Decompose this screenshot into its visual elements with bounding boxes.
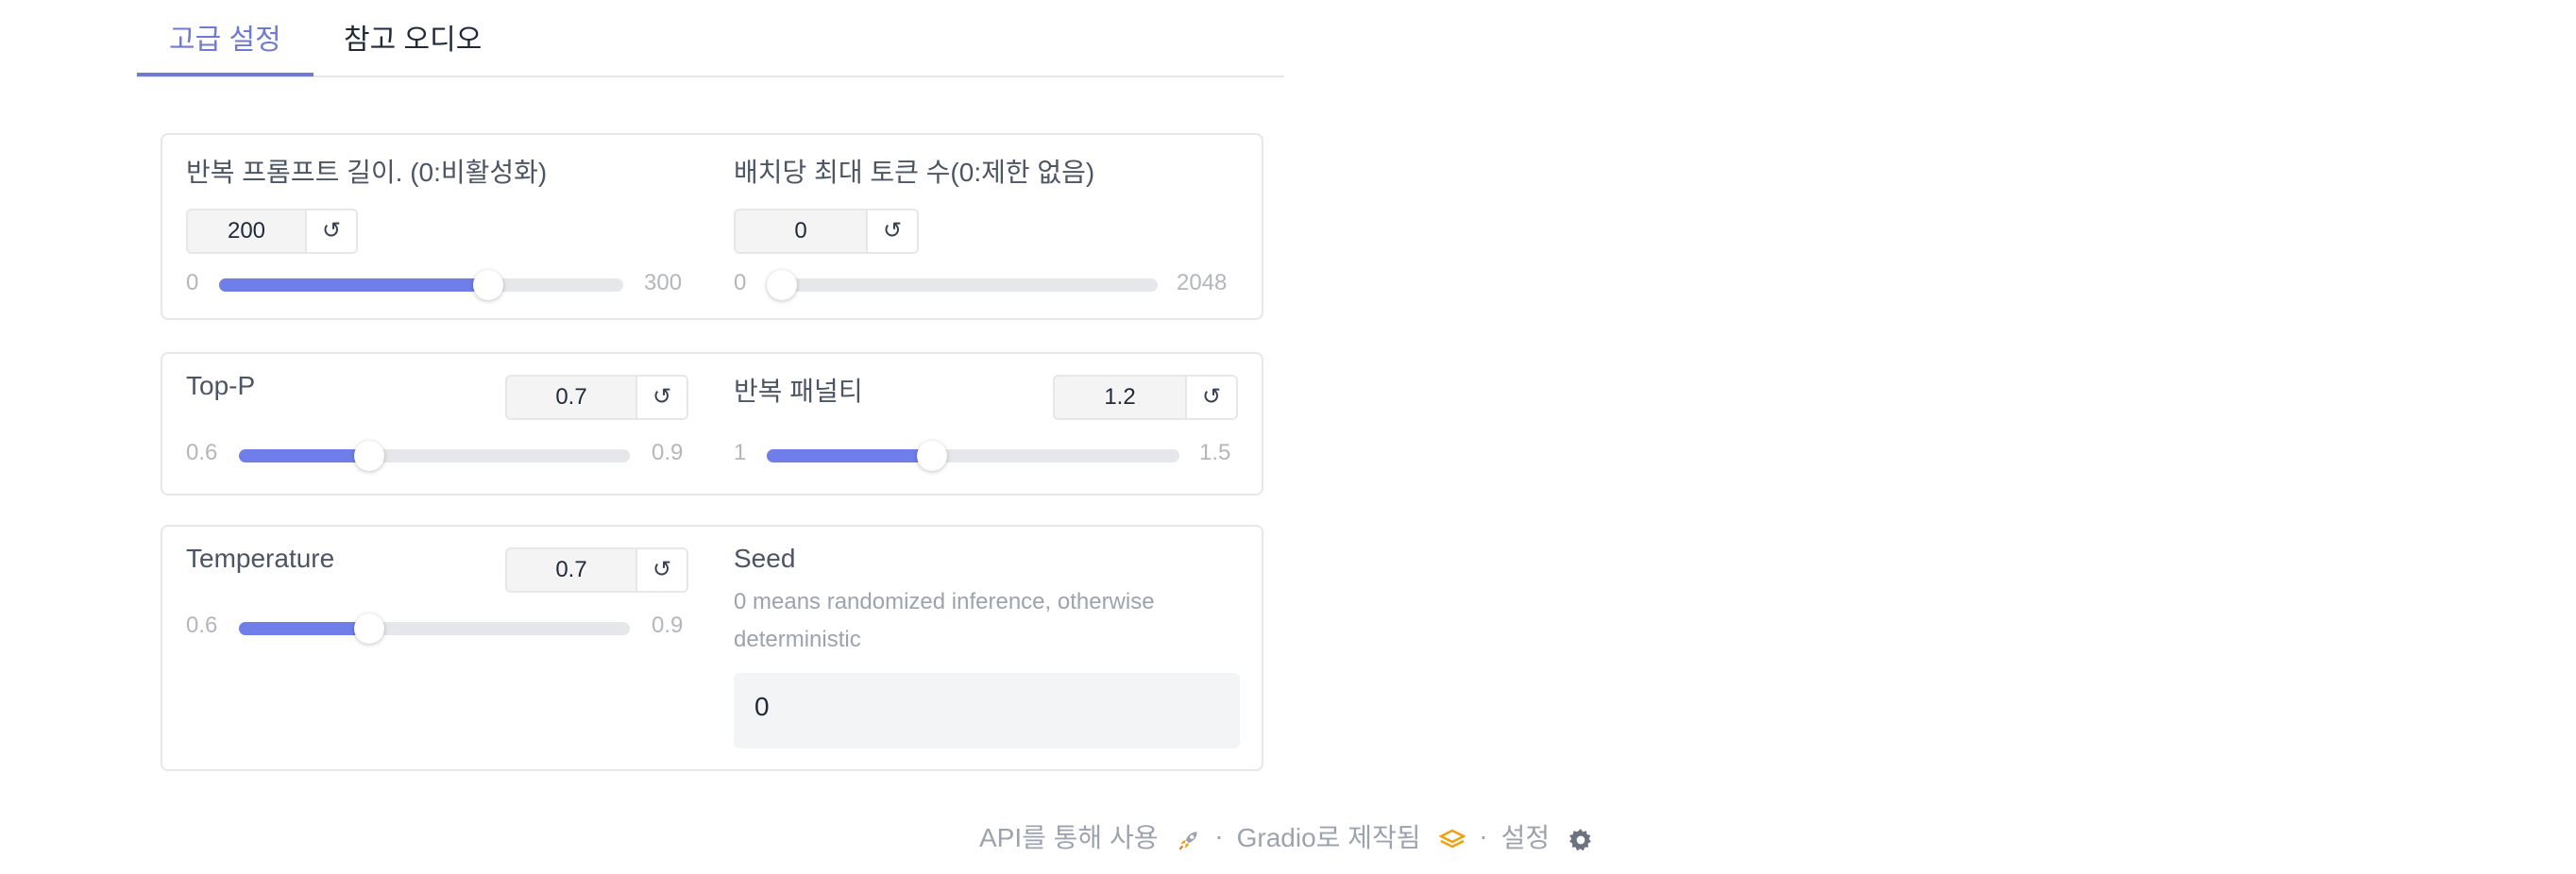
settings-group-1: 반복 프롬프트 길이. (0:비활성화) 200 ↺ 0 300 배치당 최대 … [161,133,1263,320]
repetition-penalty-slider[interactable] [767,441,1179,471]
api-link-label: API를 통해 사용 [979,823,1159,852]
temperature-number: 0.7 ↺ [505,547,688,593]
top-p-min: 0.6 [186,440,218,465]
tab-advanced-settings[interactable]: 고급 설정 [137,17,314,76]
footer: API를 통해 사용 · Gradio로 제작됨 · 설정 [979,817,1593,855]
rocket-icon [1178,831,1197,850]
top-p-input[interactable]: 0.7 [507,377,636,418]
max-tokens-min: 0 [734,270,747,295]
top-p-reset-button[interactable]: ↺ [636,377,686,418]
max-tokens-number: 0 ↺ [734,209,919,254]
seed-input[interactable]: 0 [734,673,1240,748]
footer-separator: · [1479,821,1488,850]
repetition-penalty-input[interactable]: 1.2 [1055,377,1185,418]
api-link[interactable]: API를 통해 사용 [979,817,1201,855]
gradio-logo-icon [1439,829,1466,849]
settings-link[interactable]: 설정 [1501,817,1593,855]
max-tokens-max: 2048 [1177,270,1228,295]
repeat-prompt-label: 반복 프롬프트 길이. (0:비활성화) [186,158,548,187]
repeat-prompt-min: 0 [186,270,199,295]
top-p-slider[interactable] [239,441,630,471]
slider-fill [767,449,932,462]
tab-bar: 고급 설정 참고 오디오 [137,0,1284,77]
slider-thumb[interactable] [353,613,384,644]
gear-icon [1568,828,1591,850]
slider-fill [239,622,369,635]
slider-thumb[interactable] [353,441,384,471]
top-p-label: Top-P [186,371,256,400]
temperature-reset-button[interactable]: ↺ [636,549,686,591]
temperature-label: Temperature [186,544,335,573]
max-tokens-input[interactable]: 0 [736,210,866,252]
settings-group-3: Temperature 0.7 ↺ 0.6 0.9 Seed 0 means r… [161,525,1263,771]
max-tokens-slider[interactable] [767,270,1158,300]
max-tokens-reset-button[interactable]: ↺ [866,210,917,252]
gradio-link-label: Gradio로 제작됨 [1236,823,1421,852]
seed-info: 0 means randomized inference, otherwise … [734,589,1155,652]
tab-reference-audio[interactable]: 참고 오디오 [312,17,514,64]
top-p-max: 0.9 [652,440,684,465]
footer-separator: · [1214,821,1224,850]
temperature-max: 0.9 [652,613,684,638]
seed-value: 0 [754,692,770,721]
repetition-penalty-min: 1 [734,440,747,465]
repeat-prompt-slider[interactable] [219,270,623,300]
repetition-penalty-number: 1.2 ↺ [1053,375,1238,420]
gradio-link[interactable]: Gradio로 제작됨 [1237,817,1466,855]
repeat-prompt-reset-button[interactable]: ↺ [305,210,356,252]
temperature-input[interactable]: 0.7 [507,549,636,591]
settings-link-label: 설정 [1500,823,1551,852]
temperature-slider[interactable] [239,613,630,644]
top-p-number: 0.7 ↺ [505,375,688,420]
seed-label: Seed [734,544,796,573]
slider-thumb[interactable] [473,270,504,300]
repetition-penalty-max: 1.5 [1199,440,1231,465]
max-tokens-label: 배치당 최대 토큰 수(0:제한 없음) [734,158,1095,187]
repeat-prompt-max: 300 [644,270,683,295]
repetition-penalty-reset-button[interactable]: ↺ [1185,377,1236,418]
temperature-min: 0.6 [186,613,218,638]
repeat-prompt-input[interactable]: 200 [188,210,305,252]
slider-fill [219,278,489,292]
settings-group-2: Top-P 0.7 ↺ 0.6 0.9 반복 패널티 1.2 ↺ 1 1.5 [161,352,1263,496]
repetition-penalty-label: 반복 패널티 [734,377,863,406]
repeat-prompt-number: 200 ↺ [186,209,358,254]
slider-fill [239,449,369,462]
slider-thumb[interactable] [916,441,947,471]
slider-thumb[interactable] [767,270,797,300]
